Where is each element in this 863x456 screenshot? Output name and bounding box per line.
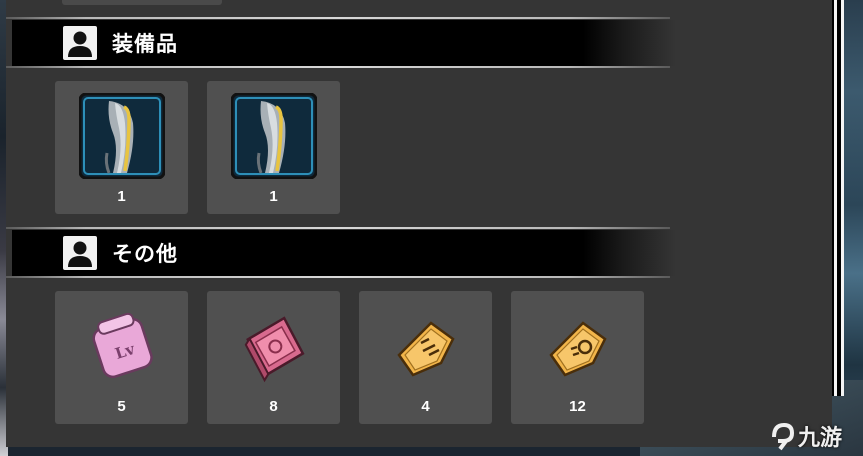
nine-game-logo-icon	[772, 422, 795, 451]
gold-ticket-icon	[549, 321, 607, 377]
section-title: その他	[112, 242, 178, 266]
section-header-other: その他	[12, 230, 676, 276]
section-title: 装備品	[112, 32, 178, 56]
item-count: 5	[117, 398, 126, 415]
section-divider-top	[6, 17, 670, 19]
item-count: 8	[269, 398, 278, 415]
inventory-panel: 装備品 1 1 その他 Lv 5 8 4 12	[6, 0, 832, 447]
red-ticket-icon	[244, 316, 305, 383]
item-card[interactable]: 8	[207, 291, 340, 424]
item-card[interactable]: 1	[55, 81, 188, 214]
item-card[interactable]: 1	[207, 81, 340, 214]
watermark: 九游	[770, 418, 842, 454]
item-card[interactable]: 12	[511, 291, 644, 424]
section-divider-bottom	[6, 66, 670, 68]
person-icon	[63, 236, 97, 270]
item-count: 4	[421, 398, 430, 415]
item-count: 1	[269, 188, 278, 205]
panel-frame-line	[834, 0, 837, 396]
gold-ticket-icon	[397, 321, 455, 377]
previous-card-edge	[62, 0, 222, 5]
item-count: 12	[569, 398, 586, 415]
watermark-text: 九游	[798, 426, 843, 451]
item-card[interactable]: Lv 5	[55, 291, 188, 424]
item-card[interactable]: 4	[359, 291, 492, 424]
item-count: 1	[117, 188, 126, 205]
leg-armor-icon	[79, 93, 165, 179]
panel-frame-line	[841, 0, 844, 396]
section-divider-bottom	[6, 276, 670, 278]
leg-armor-icon	[231, 93, 317, 179]
pink-ticket-icon: Lv	[92, 312, 153, 379]
section-header-equipment: 装備品	[12, 20, 676, 66]
section-divider-top	[6, 227, 670, 229]
person-icon	[63, 26, 97, 60]
